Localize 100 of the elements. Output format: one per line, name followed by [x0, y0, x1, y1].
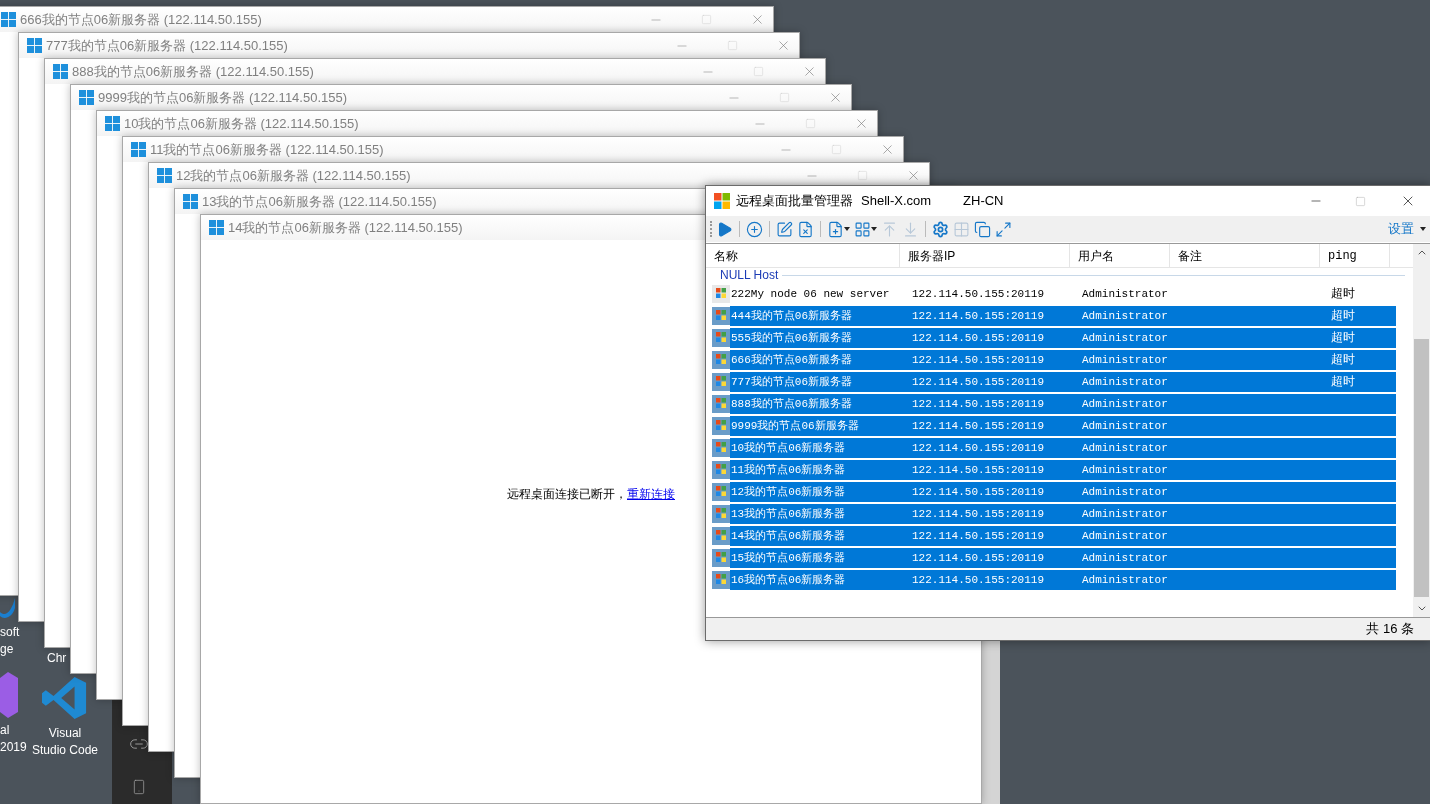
- windows-logo-icon: [1, 12, 16, 27]
- column-header[interactable]: 名称: [706, 244, 900, 267]
- reconnect-link[interactable]: 重新连接: [627, 484, 675, 503]
- ip-cell-text: 122.114.50.155:20119: [911, 528, 1046, 544]
- settings-menu[interactable]: 设置: [1388, 219, 1426, 239]
- language-label[interactable]: ZH-CN: [963, 191, 1004, 211]
- computer-icon: [712, 417, 730, 435]
- ping-cell-text: 超时: [1330, 286, 1355, 303]
- scroll-thumb[interactable]: [1414, 339, 1429, 597]
- name-cell-text: 777我的节点06新服务器: [730, 374, 853, 390]
- server-row[interactable]: 10我的节点06新服务器 122.114.50.155:20119 Administrator: [730, 438, 1396, 458]
- maximize-icon[interactable]: [779, 92, 790, 103]
- desktop-icon-label[interactable]: Studio Code: [32, 742, 99, 759]
- ip-cell-text: 122.114.50.155:20119: [911, 462, 1046, 478]
- desktop-icon-label[interactable]: soft: [0, 624, 20, 641]
- name-cell-text: 12我的节点06新服务器: [730, 484, 847, 500]
- window-title: 13我的节点06新服务器 (122.114.50.155): [202, 192, 437, 211]
- server-row[interactable]: 777我的节点06新服务器 122.114.50.155:20119 Administrator 超时: [730, 372, 1396, 392]
- windows-logo-icon: [209, 220, 224, 235]
- name-cell-text: 444我的节点06新服务器: [730, 308, 853, 324]
- scrollbar[interactable]: [1413, 244, 1430, 617]
- app-icon[interactable]: [0, 598, 15, 620]
- windows-logo-icon: [157, 168, 172, 183]
- computer-icon: [712, 329, 730, 347]
- window-title: 远程桌面批量管理器: [736, 192, 853, 211]
- server-row[interactable]: 9999我的节点06新服务器 122.114.50.155:20119 Administrator: [730, 416, 1396, 436]
- import-icon[interactable]: [827, 220, 844, 238]
- server-row[interactable]: 444我的节点06新服务器 122.114.50.155:20119 Administrator 超时: [730, 306, 1396, 326]
- server-row[interactable]: 16我的节点06新服务器 122.114.50.155:20119 Administrator: [730, 570, 1396, 590]
- ip-cell-text: 122.114.50.155:20119: [911, 572, 1046, 588]
- maximize-icon[interactable]: [753, 66, 764, 77]
- desktop-icon-label[interactable]: al: [0, 722, 10, 739]
- window-title: 777我的节点06新服务器 (122.114.50.155): [46, 36, 288, 55]
- name-cell-text: 10我的节点06新服务器: [730, 440, 847, 456]
- windows-logo-icon: [183, 194, 198, 209]
- dropdown-arrow-icon[interactable]: [871, 227, 877, 231]
- user-cell-text: Administrator: [1081, 462, 1169, 478]
- maximize-icon[interactable]: [805, 118, 816, 129]
- window-title: 14我的节点06新服务器 (122.114.50.155): [228, 218, 463, 237]
- ip-cell-text: 122.114.50.155:20119: [911, 440, 1046, 456]
- ip-cell-text: 122.114.50.155:20119: [911, 418, 1046, 434]
- desktop-icon-label[interactable]: 2019: [0, 739, 27, 756]
- name-cell-text: 11我的节点06新服务器: [730, 462, 847, 478]
- ip-cell-text: 122.114.50.155:20119: [911, 550, 1046, 566]
- ip-cell-text: 122.114.50.155:20119: [911, 352, 1046, 368]
- ping-cell-text: 超时: [1330, 308, 1355, 325]
- disconnect-message: 远程桌面连接已断开，: [507, 485, 627, 503]
- delete-file-icon[interactable]: [797, 220, 814, 238]
- server-row[interactable]: 14我的节点06新服务器 122.114.50.155:20119 Administrator: [730, 526, 1396, 546]
- server-row[interactable]: 222My node 06 new server 122.114.50.155:20119 Administrator 超时: [730, 284, 1396, 304]
- computer-icon: [712, 483, 730, 501]
- maximize-icon[interactable]: [857, 170, 868, 181]
- app-icon[interactable]: [0, 672, 18, 718]
- computer-icon: [712, 307, 730, 325]
- server-row[interactable]: 12我的节点06新服务器 122.114.50.155:20119 Administrator: [730, 482, 1396, 502]
- window-title: 888我的节点06新服务器 (122.114.50.155): [72, 62, 314, 81]
- server-row[interactable]: 888我的节点06新服务器 122.114.50.155:20119 Administrator: [730, 394, 1396, 414]
- user-cell-text: Administrator: [1081, 352, 1169, 368]
- dropdown-arrow-icon: [1420, 227, 1426, 231]
- dropdown-arrow-icon[interactable]: [844, 227, 850, 231]
- computer-icon: [712, 571, 730, 589]
- maximize-icon[interactable]: [701, 14, 712, 25]
- ping-cell-text: 超时: [1330, 374, 1355, 391]
- maximize-icon[interactable]: [1355, 195, 1366, 207]
- cascade-icon[interactable]: [974, 220, 991, 238]
- desktop-icon-label[interactable]: ge: [0, 641, 14, 658]
- computer-icon: [712, 549, 730, 567]
- user-cell-text: Administrator: [1081, 330, 1169, 346]
- edit-icon[interactable]: [776, 220, 793, 238]
- maximize-icon[interactable]: [831, 144, 842, 155]
- user-cell-text: Administrator: [1081, 528, 1169, 544]
- window-title: 11我的节点06新服务器 (122.114.50.155): [150, 140, 384, 159]
- windows-logo-icon: [131, 142, 146, 157]
- computer-icon: [712, 439, 730, 457]
- play-icon[interactable]: [716, 220, 733, 238]
- ip-cell-text: 122.114.50.155:20119: [911, 330, 1046, 346]
- vscode-icon[interactable]: [42, 675, 88, 721]
- server-row[interactable]: 666我的节点06新服务器 122.114.50.155:20119 Administrator 超时: [730, 350, 1396, 370]
- column-header[interactable]: ping: [1320, 244, 1390, 267]
- fit-icon[interactable]: [995, 220, 1012, 238]
- computer-icon: [712, 373, 730, 391]
- server-row[interactable]: 15我的节点06新服务器 122.114.50.155:20119 Administrator: [730, 548, 1396, 568]
- settings-icon[interactable]: [932, 220, 949, 238]
- computer-icon: [712, 351, 730, 369]
- add-icon[interactable]: [746, 220, 763, 238]
- desktop-icon-label[interactable]: Visual: [48, 725, 82, 742]
- windows-logo-icon: [27, 38, 42, 53]
- desktop-icon-label[interactable]: Chr: [47, 650, 67, 667]
- windows-logo-icon: [79, 90, 94, 105]
- group-header[interactable]: NULL Host: [720, 268, 779, 282]
- computer-icon: [712, 395, 730, 413]
- ping-cell-text: 超时: [1330, 352, 1355, 369]
- window-title: 10我的节点06新服务器 (122.114.50.155): [124, 114, 359, 133]
- server-row[interactable]: 11我的节点06新服务器 122.114.50.155:20119 Administrator: [730, 460, 1396, 480]
- column-header[interactable]: 用户名: [1070, 244, 1170, 267]
- maximize-icon[interactable]: [727, 40, 738, 51]
- server-row[interactable]: 13我的节点06新服务器 122.114.50.155:20119 Administrator: [730, 504, 1396, 524]
- column-header[interactable]: 备注: [1170, 244, 1320, 267]
- column-header[interactable]: 服务器IP: [900, 244, 1070, 267]
- server-row[interactable]: 555我的节点06新服务器 122.114.50.155:20119 Administrator 超时: [730, 328, 1396, 348]
